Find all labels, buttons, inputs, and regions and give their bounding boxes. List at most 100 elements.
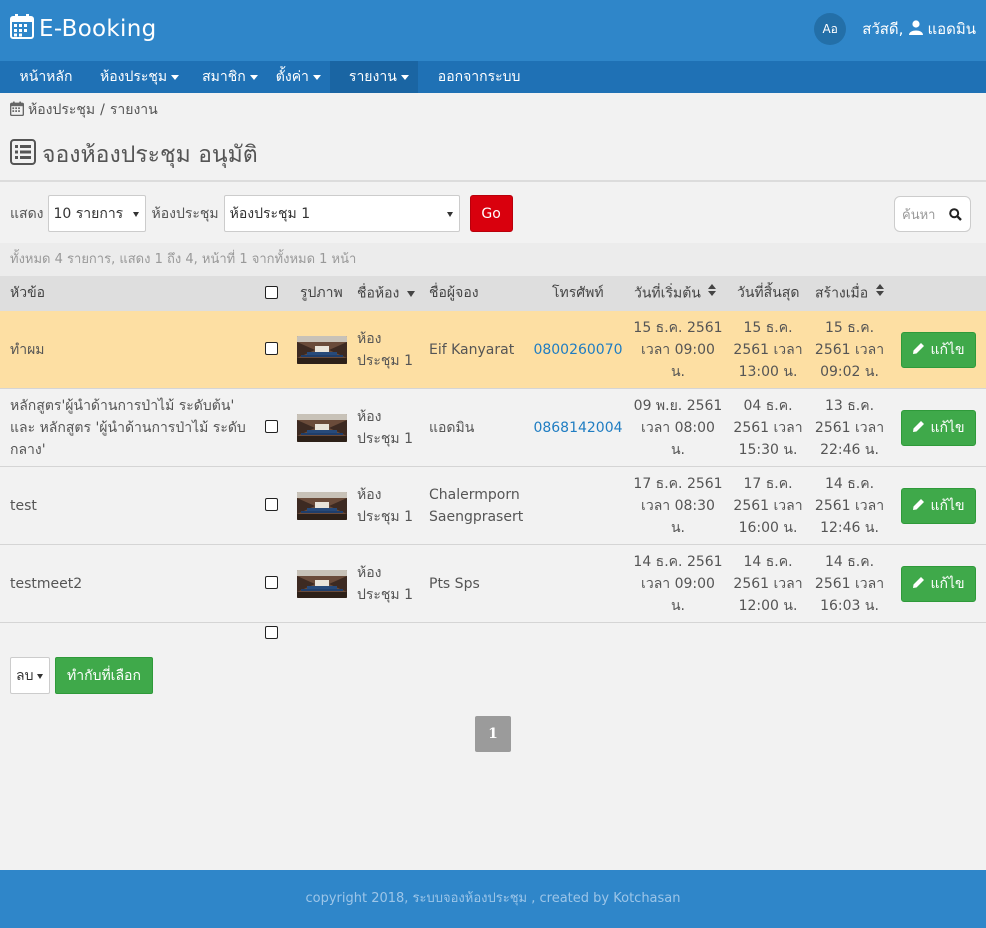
begin-line: เวลา 08:00 (641, 420, 715, 436)
footer: copyright 2018, ระบบจองห้องประชุม , crea… (0, 870, 986, 928)
edit-button[interactable]: แก้ไข (901, 332, 976, 368)
topic-line: ทำผม (10, 342, 45, 358)
breadcrumb: ห้องประชุม / รายงาน (9, 99, 158, 121)
cell-room: ห้อง ประชุม 1 (357, 406, 413, 450)
header-booker: ชื่อผู้จอง (429, 285, 479, 301)
per-page-select[interactable]: 10 รายการ (47, 195, 146, 232)
footer-checkbox[interactable] (265, 626, 278, 639)
edit-label: แก้ไข (930, 498, 965, 514)
user-area: Aอ สวัสดี, แอดมิน (814, 13, 976, 45)
room-line: ห้อง (357, 331, 382, 347)
nav-item-home[interactable]: หน้าหลัก (0, 61, 92, 93)
table-row: หลักสูตร'ผู้นำด้านการป่าไม้ ระดับต้น' และ… (0, 389, 986, 467)
header-created[interactable]: สร้างเมื่อ (815, 276, 884, 311)
created-line: 14 ธ.ค. (824, 476, 875, 492)
dropdown-arrow-icon (132, 212, 139, 217)
search-placeholder: ค้นหา (902, 207, 936, 223)
cell-phone[interactable]: 0800260070 (527, 339, 629, 361)
nav-item-members[interactable]: สมาชิก (192, 61, 268, 93)
booker-line: Saengprasert (429, 509, 524, 525)
row-checkbox[interactable] (265, 420, 278, 433)
topic-line: test (10, 498, 37, 514)
dropdown-arrow-icon (446, 212, 453, 217)
show-label: แสดง (10, 205, 44, 222)
topic-line: testmeet2 (10, 576, 83, 592)
edit-label: แก้ไข (930, 576, 965, 592)
topic-line: หลักสูตร'ผู้นำด้านการป่าไม้ ระดับต้น' (10, 398, 235, 414)
sort-desc-icon (406, 276, 415, 311)
begin-line: น. (670, 598, 686, 614)
pencil-icon (912, 576, 930, 593)
header-end: วันที่สิ้นสุด (737, 285, 800, 301)
pagination-current-page[interactable]: 1 (475, 716, 511, 752)
row-checkbox[interactable] (265, 576, 278, 589)
bulk-action-select[interactable]: ลบ (10, 657, 50, 694)
begin-line: 09 พ.ย. 2561 (633, 398, 723, 414)
cell-created: 14 ธ.ค. 2561 เวลา 16:03 น. (812, 551, 887, 617)
booker-line: Eif Kanyarat (429, 342, 515, 358)
cell-phone[interactable]: 0868142004 (527, 417, 629, 439)
language-button[interactable]: Aอ (814, 13, 847, 45)
breadcrumb-rooms[interactable]: ห้องประชุม (28, 99, 95, 121)
created-line: 14 ธ.ค. (824, 554, 875, 570)
end-line: 04 ธ.ค. (743, 398, 793, 414)
caret-down-icon (400, 74, 409, 80)
begin-line: 14 ธ.ค. 2561 (633, 554, 723, 570)
breadcrumb-reports[interactable]: รายงาน (110, 99, 158, 121)
edit-button[interactable]: แก้ไข (901, 410, 976, 446)
select-all-checkbox[interactable] (265, 286, 278, 299)
end-line: 12:00 น. (738, 598, 798, 614)
cell-room: ห้อง ประชุม 1 (357, 484, 413, 528)
search-input[interactable]: ค้นหา (894, 196, 971, 232)
created-line: 22:46 น. (820, 442, 879, 458)
nav-item-reports[interactable]: รายงาน (329, 61, 418, 93)
edit-label: แก้ไข (930, 342, 965, 358)
cell-end: 17 ธ.ค. 2561 เวลา 16:00 น. (731, 473, 805, 539)
bulk-action-value: ลบ (16, 667, 34, 684)
header-room[interactable]: ชื่อห้อง (357, 276, 415, 311)
begin-line: เวลา 09:00 (641, 342, 715, 358)
page-title-text: จองห้องประชุม อนุมัติ (42, 142, 258, 168)
end-line: 2561 เวลา (733, 498, 803, 514)
row-checkbox[interactable] (265, 498, 278, 511)
nav-item-settings[interactable]: ตั้งค่า (268, 61, 330, 93)
calendar-icon (9, 101, 28, 120)
sort-icon (875, 276, 884, 311)
nav-item-logout[interactable]: ออกจากระบบ (418, 61, 531, 93)
room-thumbnail (297, 492, 347, 520)
room-thumbnail (297, 414, 347, 442)
nav-item-label: รายงาน (348, 69, 397, 85)
breadcrumb-separator: / (100, 102, 105, 118)
greeting-text: สวัสดี, (862, 20, 904, 38)
app-logo[interactable]: E-Booking (10, 13, 157, 45)
nav-item-label: สมาชิก (202, 69, 246, 85)
app-title: E-Booking (39, 16, 157, 42)
created-line: 2561 เวลา (814, 342, 885, 358)
edit-button[interactable]: แก้ไข (901, 566, 976, 602)
table-row: testmeet2 ห้อง ประชุม 1 Pts Sps 14 ธ.ค. 2561… (0, 545, 986, 623)
table-header: หัวข้อ รูปภาพ ชื่อห้อง ชื่อผู้จอง โทรศัพ… (0, 276, 986, 311)
begin-line: 17 ธ.ค. 2561 (633, 476, 723, 492)
nav-item-rooms[interactable]: ห้องประชุม (92, 61, 192, 93)
filter-bar: แสดง 10 รายการ ห้องประชุม ห้องประชุม 1 G… (10, 195, 513, 232)
cell-begin: 17 ธ.ค. 2561 เวลา 08:30 น. (632, 473, 724, 539)
header-room-label: ชื่อห้อง (357, 285, 400, 302)
header-begin[interactable]: วันที่เริ่มต้น (634, 276, 717, 311)
sort-icon (708, 276, 717, 311)
room-value: ห้องประชุม 1 (229, 205, 311, 222)
room-line: ประชุม 1 (357, 587, 414, 603)
user-name[interactable]: แอดมิน (927, 17, 976, 41)
apply-selected-button[interactable]: ทำกับที่เลือก (55, 657, 153, 694)
room-label: ห้องประชุม (151, 205, 219, 222)
app-header: E-Booking Aอ สวัสดี, แอดมิน (0, 0, 986, 61)
row-checkbox[interactable] (265, 342, 278, 355)
end-line: 17 ธ.ค. (743, 476, 793, 492)
nav-item-label: ออกจากระบบ (437, 69, 521, 85)
end-line: 15 ธ.ค. (743, 320, 793, 336)
go-button[interactable]: Go (469, 195, 513, 232)
nav-item-label: ห้องประชุม (100, 69, 168, 85)
edit-button[interactable]: แก้ไข (901, 488, 976, 524)
cell-room: ห้อง ประชุม 1 (357, 562, 413, 606)
room-select[interactable]: ห้องประชุม 1 (223, 195, 460, 232)
cell-created: 14 ธ.ค. 2561 เวลา 12:46 น. (812, 473, 887, 539)
